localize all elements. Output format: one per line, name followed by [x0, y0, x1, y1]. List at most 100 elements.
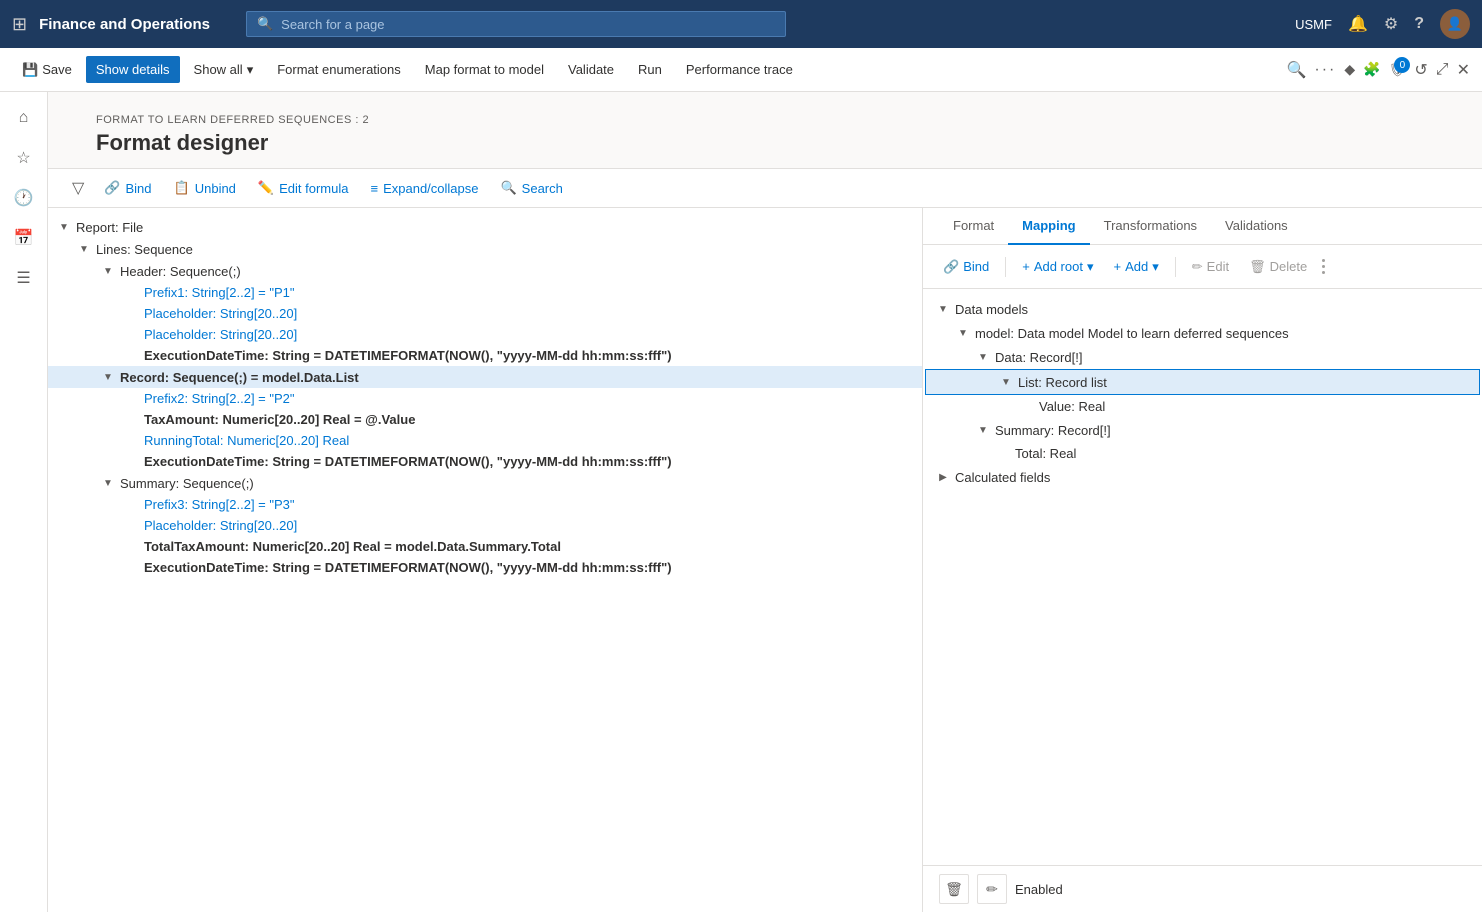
- tree-item-placeholder3[interactable]: Placeholder: String[20..20]: [48, 515, 922, 536]
- breadcrumb: FORMAT TO LEARN DEFERRED SEQUENCES : 2: [72, 104, 1458, 126]
- status-enabled: Enabled: [1015, 882, 1063, 897]
- tree-item-prefix1[interactable]: Prefix1: String[2..2] = "P1": [48, 282, 922, 303]
- tree-item-report[interactable]: ▼ Report: File: [48, 216, 922, 238]
- tree-item-summary-seq[interactable]: ▼ Summary: Sequence(;): [48, 472, 922, 494]
- tree-item-taxamount[interactable]: TaxAmount: Numeric[20..20] Real = @.Valu…: [48, 409, 922, 430]
- more-options[interactable]: [1319, 251, 1327, 282]
- edit-status-btn[interactable]: ✏: [977, 874, 1007, 904]
- add-root-button[interactable]: + Add root ▾: [1014, 255, 1101, 279]
- sidebar-calendar-icon[interactable]: 📅: [6, 220, 42, 256]
- tree-toggle-record[interactable]: ▼: [100, 369, 116, 385]
- mapping-toolbar: 🔗 Bind + Add root ▾ + Add ▾: [923, 245, 1482, 289]
- mapping-bind-button[interactable]: 🔗 Bind: [935, 255, 997, 279]
- format-toolbar: ▽ 🔗 Bind 📋 Unbind ✏️ Edit formula ≡ Expa…: [48, 168, 1482, 208]
- tree-toggle-report[interactable]: ▼: [56, 219, 72, 235]
- toggle-list[interactable]: ▼: [998, 374, 1014, 390]
- tree-toggle-summary-seq[interactable]: ▼: [100, 475, 116, 491]
- avatar[interactable]: 👤: [1440, 9, 1470, 39]
- tree-item-header[interactable]: ▼ Header: Sequence(;): [48, 260, 922, 282]
- tree-item-execdate2[interactable]: ExecutionDateTime: String = DATETIMEFORM…: [48, 451, 922, 472]
- search-cmd-icon[interactable]: 🔍: [1286, 60, 1306, 80]
- mapping-bind-icon: 🔗: [943, 259, 959, 275]
- global-search[interactable]: 🔍: [246, 11, 786, 37]
- tab-mapping[interactable]: Mapping: [1008, 208, 1089, 245]
- refresh-cmd-icon[interactable]: ↺: [1414, 60, 1427, 80]
- gear-icon[interactable]: ⚙: [1384, 14, 1398, 34]
- delete-button[interactable]: 🗑 Delete: [1241, 255, 1315, 279]
- map-format-to-model-button[interactable]: Map format to model: [415, 56, 554, 83]
- right-tree-item-total[interactable]: Total: Real: [923, 442, 1482, 465]
- tree-toggle-header[interactable]: ▼: [100, 263, 116, 279]
- filter-icon[interactable]: ▽: [72, 178, 84, 198]
- tree-item-lines[interactable]: ▼ Lines: Sequence: [48, 238, 922, 260]
- validate-button[interactable]: Validate: [558, 56, 624, 83]
- tree-item-execdate1[interactable]: ExecutionDateTime: String = DATETIMEFORM…: [48, 345, 922, 366]
- tab-validations[interactable]: Validations: [1211, 208, 1302, 245]
- delete-icon: 🗑: [1249, 259, 1266, 275]
- tree-item-record[interactable]: ▼ Record: Sequence(;) = model.Data.List: [48, 366, 922, 388]
- add-root-chevron: ▾: [1087, 259, 1094, 275]
- close-cmd-icon[interactable]: ✕: [1457, 60, 1470, 80]
- tree-item-totaltax[interactable]: TotalTaxAmount: Numeric[20..20] Real = m…: [48, 536, 922, 557]
- bottom-status-bar: 🗑 ✏ Enabled: [923, 865, 1482, 912]
- bind-button[interactable]: 🔗 Bind: [94, 175, 161, 201]
- tree-item-placeholder2[interactable]: Placeholder: String[20..20]: [48, 324, 922, 345]
- tab-format[interactable]: Format: [939, 208, 1008, 245]
- sidebar-list-icon[interactable]: ☰: [6, 260, 42, 296]
- edit-formula-button[interactable]: ✏️ Edit formula: [248, 175, 359, 201]
- performance-trace-button[interactable]: Performance trace: [676, 56, 803, 83]
- show-details-button[interactable]: Show details: [86, 56, 180, 83]
- sidebar-star-icon[interactable]: ☆: [6, 140, 42, 176]
- expand-cmd-icon[interactable]: ⤢: [1436, 61, 1449, 79]
- tree-item-prefix2[interactable]: Prefix2: String[2..2] = "P2": [48, 388, 922, 409]
- right-tree-item-data-record[interactable]: ▼ Data: Record[!]: [923, 345, 1482, 369]
- search-input[interactable]: [281, 17, 775, 32]
- toggle-summary-record[interactable]: ▼: [975, 422, 991, 438]
- format-tree-pane: ▼ Report: File ▼ Lines: Sequence ▼ Heade…: [48, 208, 923, 912]
- run-button[interactable]: Run: [628, 56, 672, 83]
- delete-status-btn[interactable]: 🗑: [939, 874, 969, 904]
- tree-item-runningtotal[interactable]: RunningTotal: Numeric[20..20] Real: [48, 430, 922, 451]
- right-tree-item-summary-record[interactable]: ▼ Summary: Record[!]: [923, 418, 1482, 442]
- format-enumerations-button[interactable]: Format enumerations: [267, 56, 411, 83]
- save-icon: 💾: [22, 62, 38, 78]
- map-toolbar-sep1: [1005, 257, 1006, 277]
- right-tree-item-model[interactable]: ▼ model: Data model Model to learn defer…: [923, 321, 1482, 345]
- tree-item-prefix3[interactable]: Prefix3: String[2..2] = "P3": [48, 494, 922, 515]
- toggle-calculated-fields[interactable]: ▶: [935, 469, 951, 485]
- diamond-cmd-icon[interactable]: ◆: [1344, 61, 1355, 78]
- help-icon[interactable]: ?: [1414, 15, 1424, 33]
- command-bar-extras: 🔍 ··· ◆ 🧩 🛡 0 ↺ ⤢ ✕: [1286, 60, 1470, 80]
- search-button[interactable]: 🔍 Search: [490, 175, 572, 201]
- add-icon: +: [1114, 259, 1122, 274]
- toggle-model[interactable]: ▼: [955, 325, 971, 341]
- sidebar-history-icon[interactable]: 🕐: [6, 180, 42, 216]
- show-all-button[interactable]: Show all ▾: [184, 56, 264, 84]
- right-tree-item-data-models[interactable]: ▼ Data models: [923, 297, 1482, 321]
- map-toolbar-sep2: [1175, 257, 1176, 277]
- tab-transformations[interactable]: Transformations: [1090, 208, 1211, 245]
- tree-toggle-lines[interactable]: ▼: [76, 241, 92, 257]
- content-area: FORMAT TO LEARN DEFERRED SEQUENCES : 2 F…: [48, 92, 1482, 912]
- expand-collapse-button[interactable]: ≡ Expand/collapse: [360, 176, 488, 201]
- notification-icon[interactable]: 🔔: [1348, 14, 1368, 34]
- unbind-button[interactable]: 📋 Unbind: [164, 175, 246, 201]
- sidebar-home-icon[interactable]: ⌂: [6, 100, 42, 136]
- edit-button[interactable]: ✏ Edit: [1184, 255, 1237, 279]
- right-tree-item-value[interactable]: Value: Real: [923, 395, 1482, 418]
- tree-item-placeholder1[interactable]: Placeholder: String[20..20]: [48, 303, 922, 324]
- right-tree-item-list[interactable]: ▼ List: Record list: [925, 369, 1480, 395]
- toggle-data-record[interactable]: ▼: [975, 349, 991, 365]
- add-button[interactable]: + Add ▾: [1106, 255, 1167, 279]
- puzzle-cmd-icon[interactable]: 🧩: [1363, 61, 1380, 78]
- tree-item-execdate3[interactable]: ExecutionDateTime: String = DATETIMEFORM…: [48, 557, 922, 578]
- bind-icon: 🔗: [104, 180, 120, 196]
- toggle-data-models[interactable]: ▼: [935, 301, 951, 317]
- more-cmd-icon[interactable]: ···: [1314, 61, 1336, 79]
- mapping-tree: ▼ Data models ▼ model: Data model Model …: [923, 289, 1482, 865]
- grid-icon[interactable]: ⊞: [12, 14, 27, 35]
- right-tree-item-calculated-fields[interactable]: ▶ Calculated fields: [923, 465, 1482, 489]
- app-title: Finance and Operations: [39, 16, 210, 33]
- save-button[interactable]: 💾 Save: [12, 56, 82, 84]
- user-code: USMF: [1295, 17, 1332, 32]
